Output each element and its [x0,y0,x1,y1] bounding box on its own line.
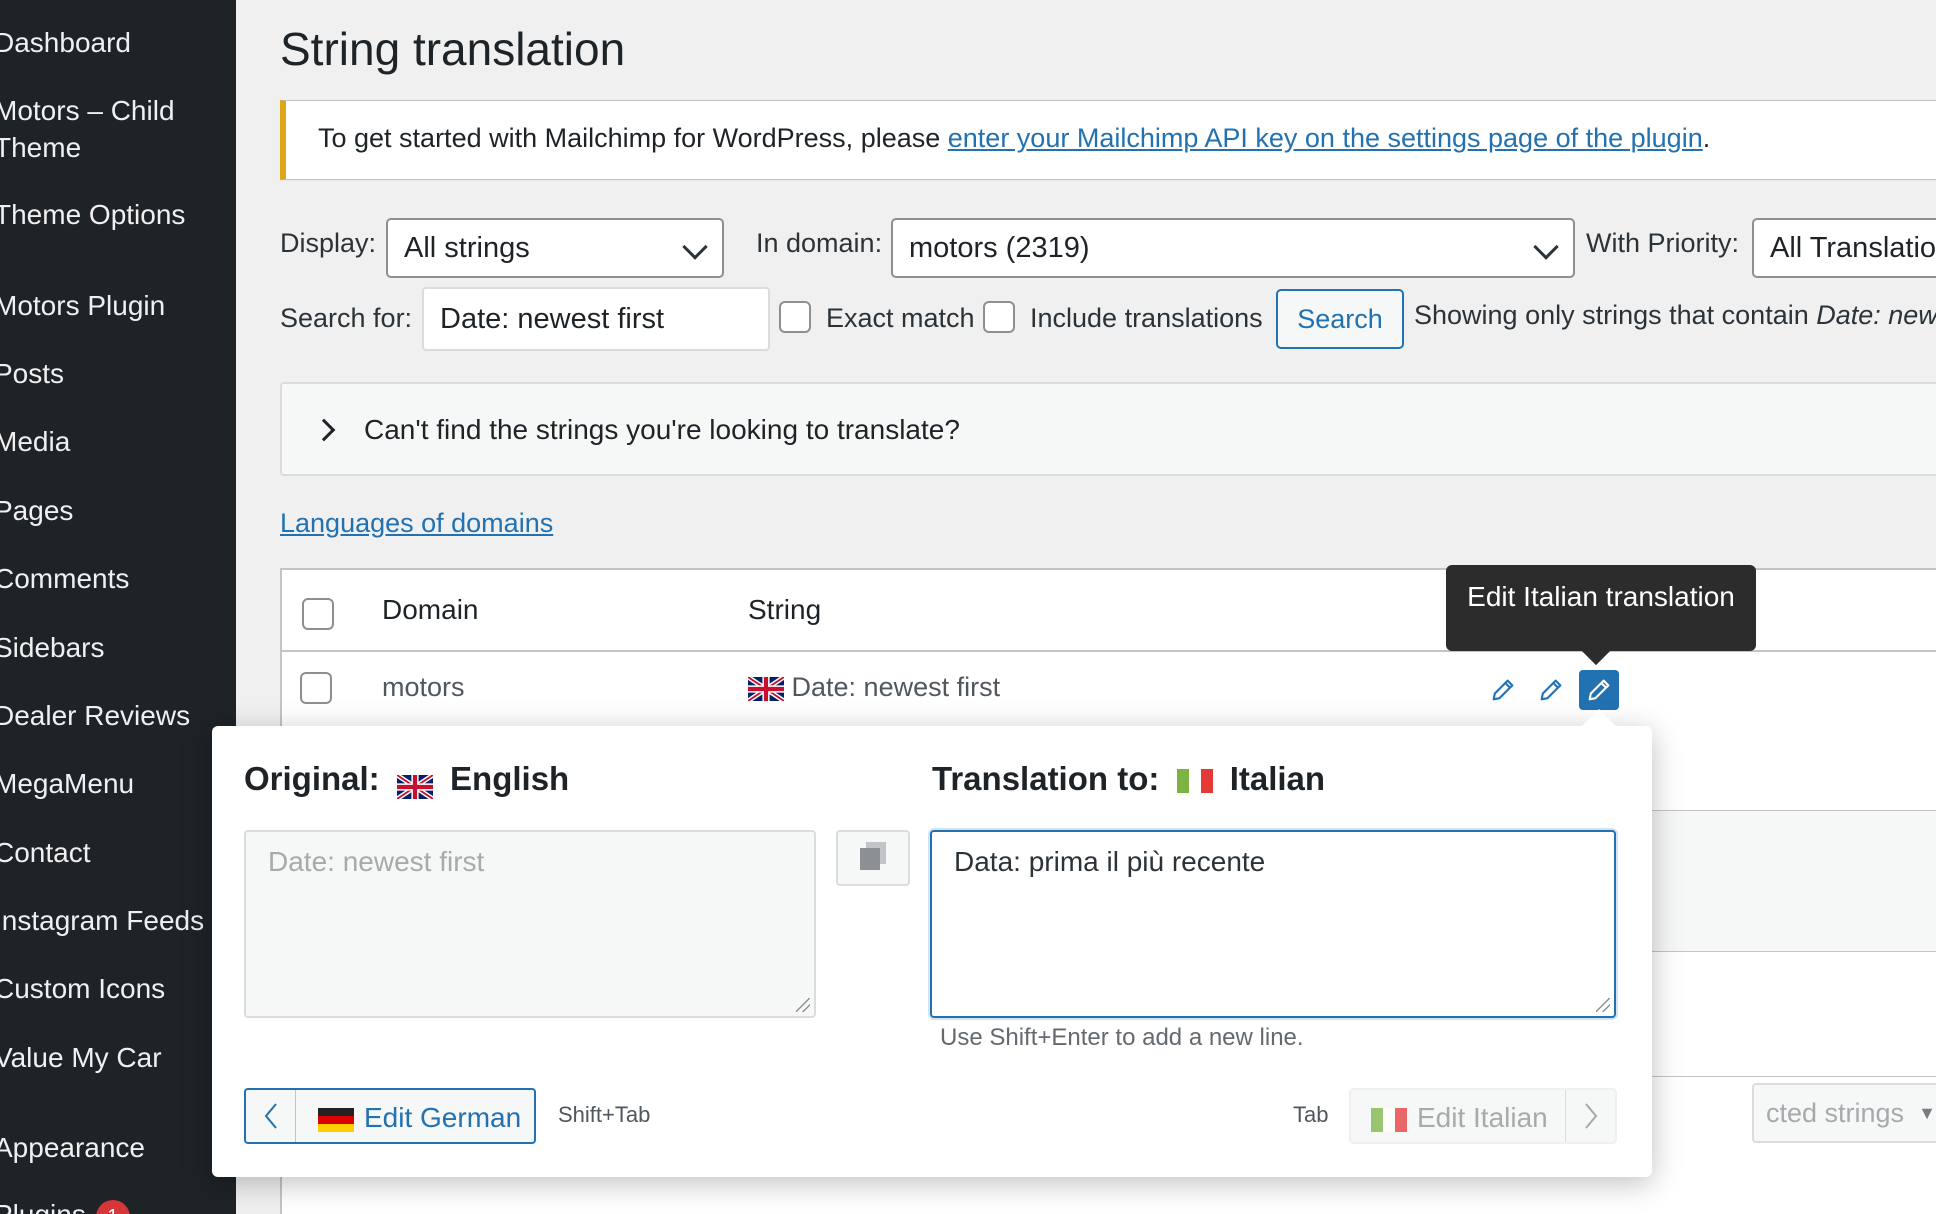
include-translations-checkbox[interactable] [983,301,1015,333]
original-heading: Original: English [244,760,570,802]
prev-shortcut: Shift+Tab [558,1102,651,1127]
column-string[interactable]: String [748,594,821,626]
include-translations-label: Include translations [1030,303,1263,333]
help-collapse-label: Can't find the strings you're looking to… [364,414,960,445]
sidebar-item-value-my-car[interactable]: Value My Car [0,1039,162,1076]
display-label: Display: [280,228,377,258]
priority-select[interactable]: All Translatio [1752,218,1936,278]
display-select-value: All strings [404,232,530,264]
edit-german-button[interactable]: Edit German [244,1088,536,1144]
exact-match-checkbox[interactable] [779,301,811,333]
page-title: String translation [280,23,626,75]
translation-heading: Translation to: Italian [932,760,1325,798]
sidebar-item-theme-options[interactable]: Theme Options [0,196,185,233]
translation-text-area[interactable]: Data: prima il più recente [930,830,1616,1018]
original-text: Date: newest first [268,846,485,877]
sidebar-item-dealer-reviews[interactable]: Dealer Reviews [0,697,190,734]
sidebar-item-contact[interactable]: Contact [0,834,91,871]
edit-italian-pencil-icon[interactable] [1579,670,1619,710]
domain-label: In domain: [756,228,883,258]
search-result-notice: Showing only strings that contain Date: … [1414,300,1936,331]
italy-flag-icon [1371,1107,1407,1132]
search-label: Search for: [280,303,413,333]
help-collapse[interactable]: Can't find the strings you're looking to… [280,382,1936,476]
sidebar-item-dashboard[interactable]: Dashboard [0,24,131,61]
sidebar-item-appearance[interactable]: Appearance [0,1129,145,1166]
display-select[interactable]: All strings [386,218,724,278]
edit-german-label: Edit German [364,1102,522,1133]
search-button[interactable]: Search [1276,289,1404,349]
domain-select-value: motors (2319) [909,232,1090,264]
priority-select-value: All Translatio [1770,232,1936,264]
row-string-text: Date: newest first [791,672,1001,702]
italy-flag-icon [1176,769,1213,794]
sidebar-item-custom-icons[interactable]: Custom Icons [0,970,165,1007]
original-text-area: Date: newest first [244,830,816,1018]
notice-text: To get started with Mailchimp for WordPr… [318,123,948,153]
translation-language: Italian [1229,760,1326,797]
chevron-right-icon [1565,1090,1615,1142]
domain-select[interactable]: motors (2319) [891,218,1575,278]
sidebar-item-sidebars[interactable]: Sidebars [0,629,105,666]
original-language: English [450,760,570,797]
resize-handle-icon[interactable] [1596,998,1610,1012]
column-domain[interactable]: Domain [382,594,478,626]
row-checkbox[interactable] [300,672,332,704]
select-all-checkbox[interactable] [302,598,334,630]
sidebar-item-posts[interactable]: Posts [0,355,64,392]
translation-editor-popup: Original: English Translation to: Italia… [212,709,1652,1177]
notice-period: . [1702,123,1711,153]
edit-french-pencil-icon[interactable] [1531,670,1571,710]
sidebar-item-pages[interactable]: Pages [0,492,73,529]
chevron-down-icon [682,234,708,260]
sidebar-item-label: Plugins [0,1199,86,1214]
original-label: Original: [244,760,380,797]
translation-text: Data: prima il più recente [954,846,1266,877]
uk-flag-icon [746,674,786,703]
sidebar-item-instagram-feeds[interactable]: Instagram Feeds [0,902,204,939]
row-string: Date: newest first [746,672,1001,703]
bulk-select-text: cted strings [1766,1098,1905,1128]
row-domain: motors [382,672,465,702]
next-shortcut: Tab [1293,1102,1329,1127]
sidebar-item-comments[interactable]: Comments [0,560,129,597]
showing-term: Date: new [1816,300,1936,330]
languages-of-domains-link[interactable]: Languages of domains [280,508,553,539]
sidebar-item-plugins[interactable]: Plugins 1 [0,1196,130,1214]
sidebar-item-media[interactable]: Media [0,423,70,460]
mailchimp-notice: To get started with Mailchimp for WordPr… [280,100,1936,180]
showing-text: Showing only strings that contain [1414,300,1817,330]
bulk-action-select[interactable]: cted strings ▼ [1752,1083,1936,1143]
copy-original-button[interactable] [836,830,910,886]
edit-italian-label: Edit Italian [1417,1102,1548,1133]
chevron-down-icon [1533,234,1559,260]
mailchimp-settings-link[interactable]: enter your Mailchimp API key on the sett… [948,123,1703,153]
germany-flag-icon [318,1107,354,1132]
triangle-down-icon: ▼ [1918,1103,1936,1123]
sidebar-item-child-theme-2[interactable]: Theme [0,129,81,166]
uk-flag-icon [395,769,435,802]
tooltip: Edit Italian translation [1446,565,1756,651]
exact-match-label: Exact match [826,303,975,333]
copy-icon [858,840,888,877]
priority-label: With Priority: [1586,228,1740,258]
chevron-left-icon [246,1090,296,1142]
chevron-right-icon [312,418,336,442]
newline-hint: Use Shift+Enter to add a new line. [940,1024,1304,1051]
edit-italian-button[interactable]: Edit Italian [1349,1088,1617,1144]
translation-label: Translation to: [932,760,1160,797]
update-count-badge: 1 [95,1199,130,1214]
edit-german-pencil-icon[interactable] [1483,670,1523,710]
sidebar-item-motors-plugin[interactable]: Motors Plugin [0,287,165,324]
sidebar-item-child-theme[interactable]: Motors – Child [0,92,175,129]
admin-sidebar: Dashboard Motors – Child Theme Theme Opt… [0,0,236,1214]
search-input[interactable]: Date: newest first [422,287,770,351]
resize-handle-icon[interactable] [796,998,810,1012]
sidebar-item-megamenu[interactable]: MegaMenu [0,765,134,802]
